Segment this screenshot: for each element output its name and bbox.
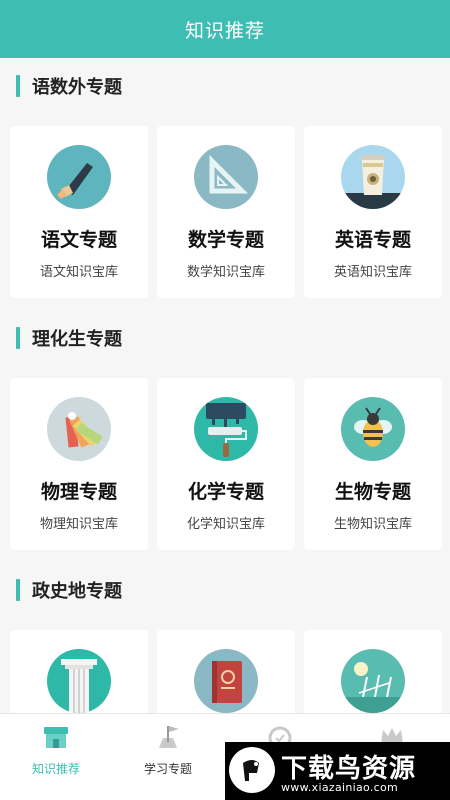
paintbrush-icon [47,145,111,209]
flag-icon [153,722,183,752]
tab-label: 知识推荐 [31,762,80,776]
section-title-text: 语数外专题 [32,77,122,98]
card-title: 语文专题 [40,229,117,251]
watermark-banner: 下载鸟资源 www.xiazainiao.com [225,742,450,800]
card-title: 数学专题 [187,229,264,251]
coffee-cup-icon [341,145,405,209]
card-chemistry[interactable]: 化学专题 化学知识宝库 [157,378,295,550]
section-accent-bar [16,579,20,601]
app-header: 知识推荐 [0,0,450,58]
card-chinese[interactable]: 语文专题 语文知识宝库 [10,126,148,298]
section-accent-bar [16,75,20,97]
card-biology[interactable]: 生物专题 生物知识宝库 [304,378,442,550]
card-subtitle: 英语知识宝库 [333,265,412,280]
card-title: 物理专题 [40,481,117,503]
card-subtitle: 化学知识宝库 [186,517,265,532]
card-subtitle: 数学知识宝库 [186,265,265,280]
card-subtitle: 生物知识宝库 [333,517,412,532]
section-title-languages: 语数外专题 [16,74,122,98]
card-title: 生物专题 [334,481,411,503]
watermark-url: www.xiazainiao.com [281,781,399,794]
tab-label: 学习专题 [143,762,192,776]
card-physics[interactable]: 物理专题 物理知识宝库 [10,378,148,550]
store-icon [41,722,71,752]
bee-icon [341,397,405,461]
bird-logo-icon [229,747,275,793]
section-title-text: 理化生专题 [32,329,122,350]
tab-knowledge-recommend[interactable]: 知识推荐 [0,714,112,800]
card-subtitle: 语文知识宝库 [39,265,118,280]
section-title-text: 政史地专题 [32,581,122,602]
column-icon [47,649,111,713]
wind-turbine-icon [341,649,405,713]
section-title-sciences: 理化生专题 [16,326,122,350]
watermark-text: 下载鸟资源 [281,754,417,784]
set-square-icon [194,145,258,209]
section-accent-bar [16,327,20,349]
card-subtitle: 物理知识宝库 [39,517,118,532]
section-title-humanities: 政史地专题 [16,578,122,602]
paint-roller-icon [194,397,258,461]
notebook-icon [194,649,258,713]
tab-study-topics[interactable]: 学习专题 [112,714,224,800]
card-math[interactable]: 数学专题 数学知识宝库 [157,126,295,298]
card-title: 化学专题 [187,481,264,503]
page-title: 知识推荐 [184,19,265,42]
color-swatch-icon [47,397,111,461]
card-title: 英语专题 [334,229,411,251]
card-english[interactable]: 英语专题 英语知识宝库 [304,126,442,298]
